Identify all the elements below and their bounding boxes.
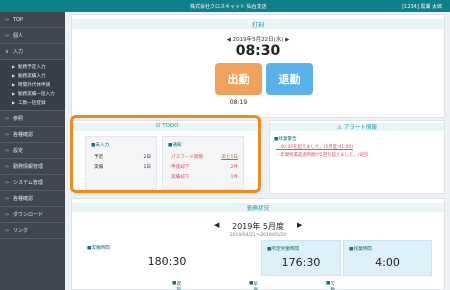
sidebar-item-confirm[interactable]: ›› 各種確認 bbox=[0, 127, 65, 143]
alert-message[interactable]: ・年間残業超過時間が5回を超えました。(6回) bbox=[276, 152, 368, 158]
alert-title: アラート情報 bbox=[343, 125, 377, 131]
sidebar-item-label: 設定 bbox=[13, 148, 24, 154]
current-time: 08:30 bbox=[235, 43, 281, 59]
warning-icon: ⚠ bbox=[337, 125, 344, 131]
sidebar-item-label: 入力 bbox=[13, 49, 24, 55]
alert-subtitle: 残業警告 bbox=[278, 137, 297, 142]
sidebar-item-label: 参照 bbox=[13, 116, 24, 122]
current-date: ◀ 2019年5月22日(水) ▶ bbox=[226, 37, 290, 43]
sidebar-submenu-input: ▶ 動務予定入力 ▶ 動務実績入力 ▶ 時間外代休申請 ▶ 動務実績一括入力 ▶ 工数一括… bbox=[0, 60, 65, 111]
work-status-panel: 勤務状況 ◀ 2019年 5月度 ▶ 2019/04/21〜2019/05/20… bbox=[71, 198, 445, 290]
sidebar-item-system[interactable]: ›› システム管理 bbox=[0, 175, 65, 191]
stat-actual-hours: ■実働時間 180:30 bbox=[82, 240, 252, 276]
user-name[interactable]: [1234] 黒瀬 太郎 bbox=[402, 3, 442, 10]
sidebar-item-input[interactable]: ∨ 入力 bbox=[0, 44, 65, 60]
sidebar-subitem[interactable]: ▶ 時間外代休申請 bbox=[0, 80, 65, 89]
chevron-right-icon: ›› bbox=[5, 163, 9, 170]
month-next-icon[interactable]: ▶ bbox=[297, 221, 302, 229]
work-title: 勤務状況 bbox=[246, 206, 269, 212]
chevron-right-icon: ›› bbox=[5, 227, 9, 234]
punch-title: 打刻 bbox=[251, 22, 264, 29]
clock-in-button[interactable]: 出勤 bbox=[215, 63, 262, 95]
sidebar-item-label: 各種確認 bbox=[13, 132, 34, 138]
work-month: 2019年 5月度 bbox=[232, 222, 284, 231]
chevron-right-icon: ›› bbox=[5, 115, 9, 122]
work-header: 勤務状況 bbox=[72, 203, 444, 212]
sidebar-item-label: システム管理 bbox=[13, 180, 43, 186]
sidebar-subitem[interactable]: ▶ 工数一括登録 bbox=[0, 98, 65, 107]
sidebar-item-reference[interactable]: ›› 参照 bbox=[0, 111, 65, 127]
sidebar-subitem[interactable]: ▶ 動務予定入力 bbox=[0, 62, 65, 71]
chevron-right-icon: ›› bbox=[5, 147, 9, 154]
summary-label: ■早退 bbox=[249, 281, 258, 290]
clock-out-button[interactable]: 退勤 bbox=[266, 63, 313, 95]
chevron-right-icon: ›› bbox=[5, 131, 9, 138]
sidebar-item-label: TOP bbox=[13, 16, 24, 23]
punch-header: 打刻 bbox=[72, 19, 444, 29]
chevron-down-icon: ∨ bbox=[5, 48, 9, 55]
sidebar-item-settings[interactable]: ›› 設定 bbox=[0, 143, 65, 159]
chevron-right-icon: ›› bbox=[5, 32, 9, 39]
attendance-summary: ■遅刻 ■早退 ■欠勤 bbox=[72, 281, 444, 290]
summary-label: ■遅刻 bbox=[172, 281, 181, 290]
sidebar-item-label: 個人 bbox=[13, 33, 24, 39]
chevron-right-icon: ›› bbox=[5, 179, 9, 186]
sidebar-item-label: 各種確認 bbox=[13, 196, 34, 202]
clock-in-time: 08:19 bbox=[229, 99, 248, 106]
stat-scheduled-hours: ■所定労働時間 176:30 bbox=[261, 240, 341, 276]
chevron-right-icon: ›› bbox=[5, 195, 9, 202]
chevron-right-icon: ›› bbox=[5, 211, 9, 218]
sidebar-item-personal[interactable]: ›› 個人 bbox=[0, 28, 65, 44]
todo-highlight-frame bbox=[70, 115, 261, 193]
top-bar: 株式会社クロスキャット 仙台支店 [1234] 黒瀬 太郎 bbox=[0, 0, 450, 12]
alert-message[interactable]: ・40:00を超えました。(5月度:41:00) bbox=[276, 144, 353, 150]
sidebar-item-links[interactable]: ›› リンク bbox=[0, 223, 65, 239]
sidebar-item-label: ダウンロード bbox=[13, 212, 44, 218]
alert-panel: ⚠ アラート情報 ■残業警告 ・40:00を超えました。(5月度:41:00) … bbox=[269, 120, 445, 194]
summary-label: ■欠勤 bbox=[326, 281, 335, 290]
sidebar-item-work-info[interactable]: ›› 勤務情報管理 bbox=[0, 159, 65, 175]
company-name: 株式会社クロスキャット 仙台支店 bbox=[190, 4, 267, 10]
sidebar-item-confirm-2[interactable]: ›› 各種確認 bbox=[0, 191, 65, 207]
stat-overtime-hours: ■残業時間 4:00 bbox=[343, 240, 432, 276]
sidebar-item-download[interactable]: ›› ダウンロード bbox=[0, 207, 65, 223]
sidebar-item-label: リンク bbox=[13, 228, 29, 234]
sidebar: ›› TOP ›› 個人 ∨ 入力 ▶ 動務予定入力 ▶ 動務実績入力 ▶ 時間外代休… bbox=[0, 12, 65, 290]
sidebar-item-top[interactable]: ›› TOP bbox=[0, 12, 65, 28]
sidebar-item-label: 勤務情報管理 bbox=[13, 164, 44, 170]
sidebar-subitem[interactable]: ▶ 動務実績入力 bbox=[0, 71, 65, 80]
punch-panel: 打刻 ◀ 2019年5月22日(水) ▶ 08:30 出勤 退勤 08:19 bbox=[71, 14, 445, 118]
chevron-right-icon: ›› bbox=[5, 16, 9, 23]
sidebar-subitem[interactable]: ▶ 動務実績一括入力 bbox=[0, 89, 65, 98]
alert-header: ⚠ アラート情報 bbox=[270, 123, 444, 131]
work-range: 2019/04/21〜2019/05/20 bbox=[229, 233, 287, 238]
